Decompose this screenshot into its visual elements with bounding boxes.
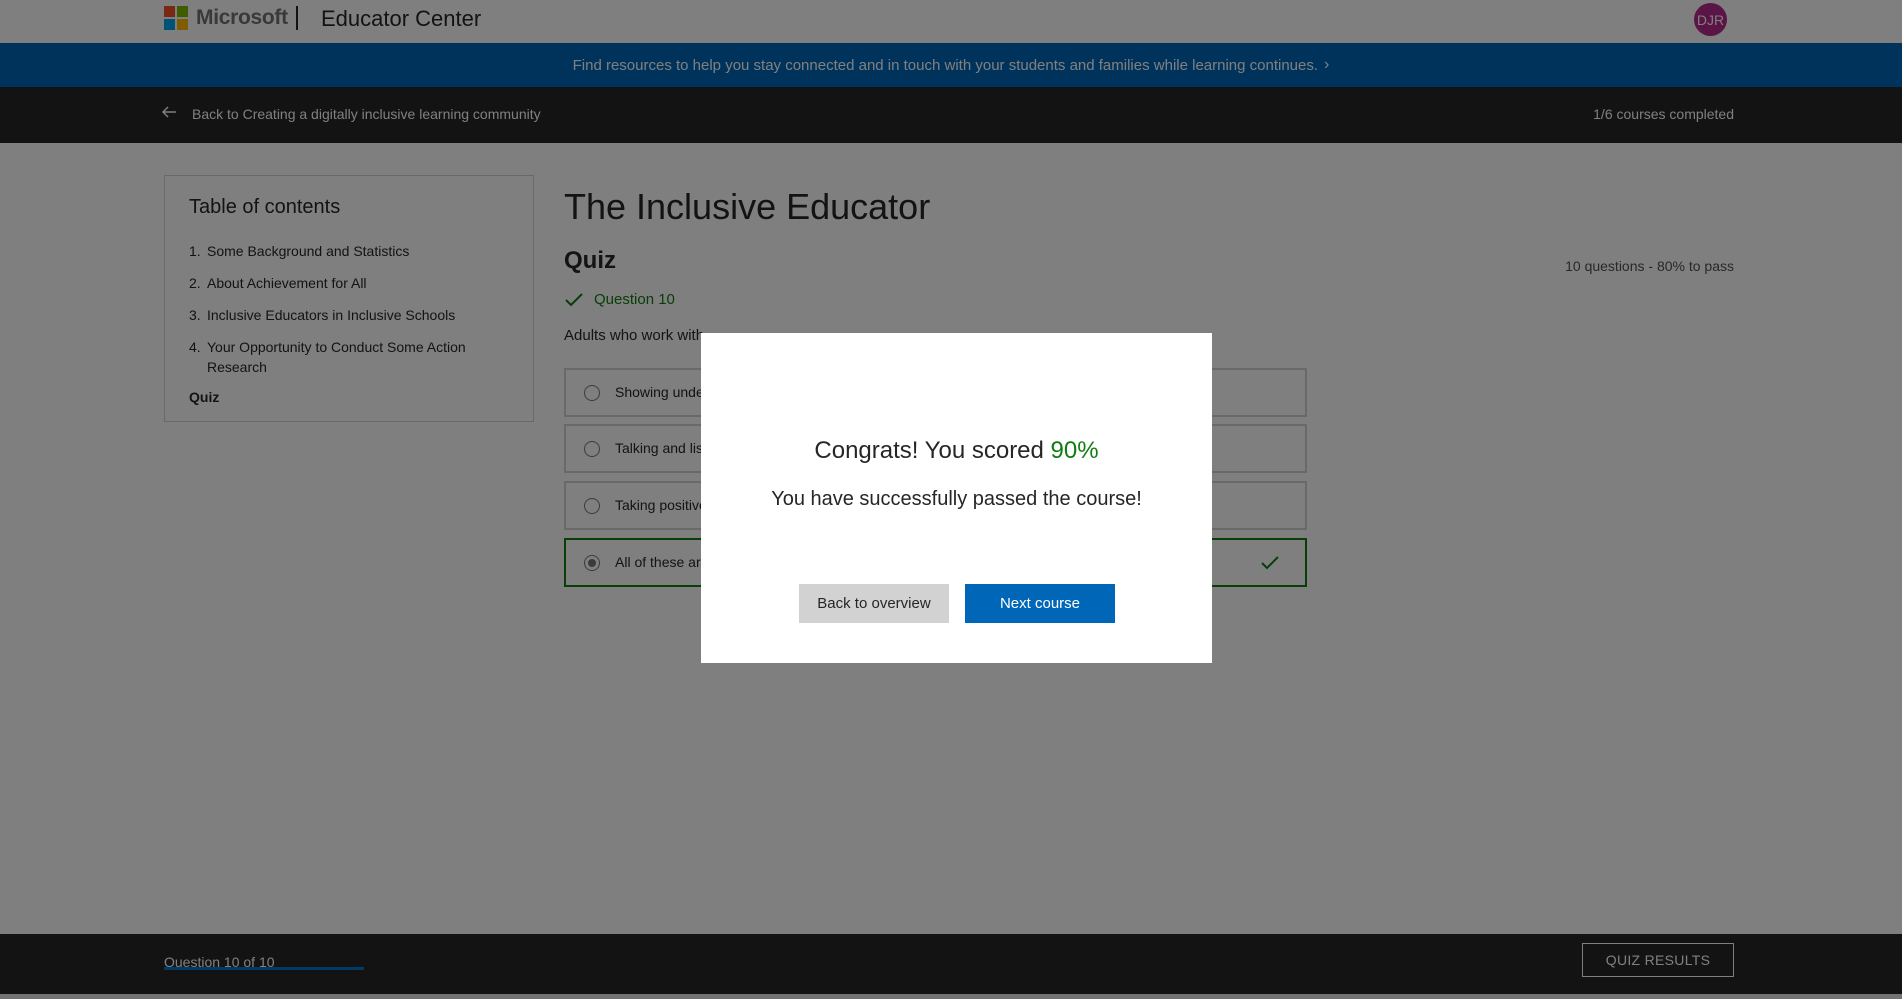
next-course-button[interactable]: Next course: [965, 584, 1115, 623]
result-subtitle: You have successfully passed the course!: [771, 488, 1142, 510]
quiz-result-dialog: Congrats! You scored 90% You have succes…: [701, 333, 1212, 663]
result-score: 90%: [1050, 437, 1099, 464]
result-title-prefix: Congrats! You scored: [814, 437, 1051, 464]
back-to-overview-button[interactable]: Back to overview: [799, 584, 949, 623]
result-title: Congrats! You scored 90%: [701, 437, 1212, 465]
